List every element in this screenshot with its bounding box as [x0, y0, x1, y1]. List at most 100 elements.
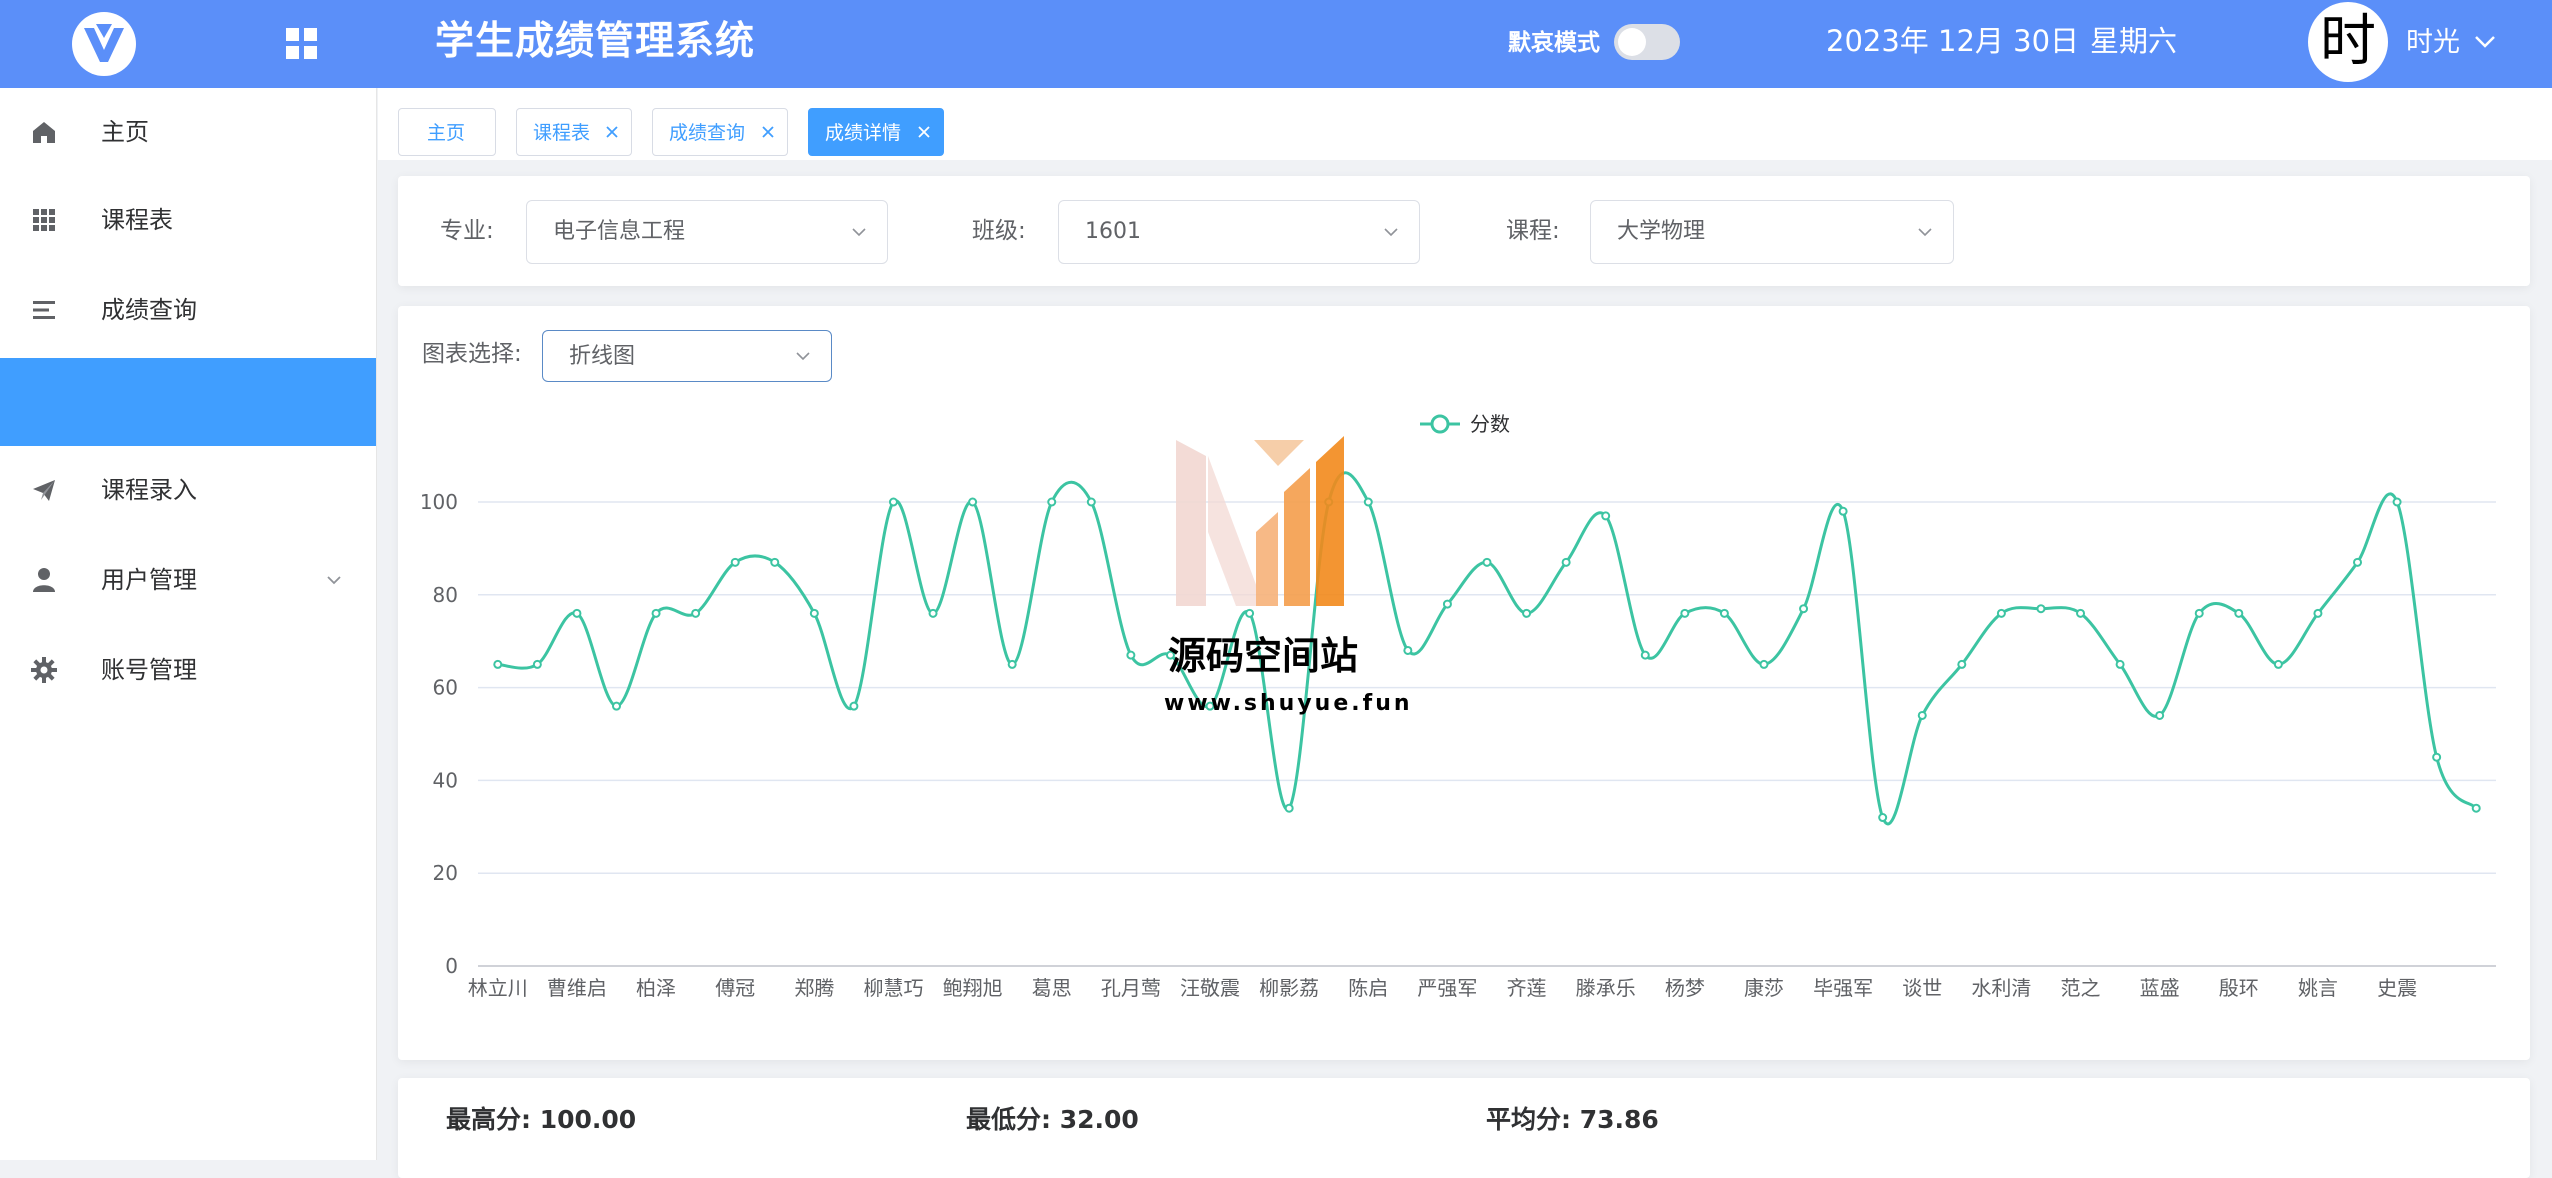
sidebar-item-user-management[interactable]: 用户管理 — [0, 536, 376, 624]
list-icon — [33, 301, 55, 319]
data-point[interactable] — [1442, 599, 1452, 609]
course-select[interactable]: 大学物理 — [1590, 200, 1954, 264]
menu-grid-icon[interactable] — [282, 24, 322, 64]
series-line — [497, 471, 2478, 826]
legend-label: 分数 — [1470, 412, 1510, 436]
data-point[interactable] — [809, 608, 819, 618]
data-point[interactable] — [2194, 608, 2204, 618]
data-point[interactable] — [1996, 608, 2006, 618]
data-point[interactable] — [1126, 650, 1136, 660]
data-point[interactable] — [532, 659, 542, 669]
data-point[interactable] — [1284, 803, 1294, 813]
data-point[interactable] — [1799, 604, 1809, 614]
major-label: 专业: — [440, 218, 494, 244]
data-point[interactable] — [611, 701, 621, 711]
data-point[interactable] — [1007, 659, 1017, 669]
x-tick-label: 柳慧巧 — [863, 976, 923, 1000]
data-point[interactable] — [1957, 659, 1967, 669]
data-point[interactable] — [572, 608, 582, 618]
sidebar-item-label: 主页 — [101, 118, 149, 146]
data-point[interactable] — [1917, 710, 1927, 720]
data-point[interactable] — [928, 608, 938, 618]
legend-marker — [1430, 414, 1450, 434]
data-point[interactable] — [1522, 608, 1532, 618]
data-point[interactable] — [2036, 604, 2046, 614]
data-point[interactable] — [2392, 497, 2402, 507]
sidebar-item-score-detail[interactable] — [0, 358, 376, 446]
data-point[interactable] — [2353, 557, 2363, 567]
data-point[interactable] — [1245, 608, 1255, 618]
data-point[interactable] — [651, 608, 661, 618]
tab-score-detail[interactable]: 成绩详情 — [808, 108, 944, 156]
sidebar-item-score-query[interactable]: 成绩查询 — [0, 266, 376, 354]
sidebar-item-account-management[interactable]: 账号管理 — [0, 626, 376, 714]
chart-legend[interactable]: 分数 — [1420, 412, 1510, 436]
current-weekday: 星期六 — [2090, 24, 2178, 58]
data-point[interactable] — [888, 497, 898, 507]
min-score: 最低分: 32.00 — [966, 1105, 1139, 1134]
data-point[interactable] — [849, 701, 859, 711]
toggle-knob — [1618, 28, 1646, 56]
data-point[interactable] — [1719, 608, 1729, 618]
data-point[interactable] — [2155, 710, 2165, 720]
tab-schedule[interactable]: 课程表 — [516, 108, 632, 156]
tab-score-query[interactable]: 成绩查询 — [652, 108, 788, 156]
tab-label: 主页 — [427, 122, 466, 144]
sidebar-item-home[interactable]: 主页 — [0, 88, 376, 176]
data-point[interactable] — [1047, 497, 1057, 507]
data-point[interactable] — [2432, 752, 2442, 762]
mourning-mode-toggle[interactable] — [1614, 24, 1680, 60]
data-point[interactable] — [1363, 497, 1373, 507]
x-tick-label: 谈世 — [1902, 976, 1942, 1000]
sidebar-item-course-entry[interactable]: 课程录入 — [0, 446, 376, 534]
grid-icon — [33, 209, 55, 231]
data-point[interactable] — [1403, 645, 1413, 655]
watermark-title: 源码空间站 — [1168, 634, 1359, 678]
x-tick-label: 林立川 — [468, 976, 528, 1000]
data-point[interactable] — [1878, 813, 1888, 823]
close-icon[interactable] — [605, 125, 619, 139]
tab-home[interactable]: 主页 — [398, 108, 496, 156]
data-point[interactable] — [2115, 659, 2125, 669]
data-point[interactable] — [1601, 511, 1611, 521]
close-icon[interactable] — [761, 125, 775, 139]
username-dropdown[interactable]: 时光 — [2406, 24, 2460, 62]
data-point[interactable] — [2313, 608, 2323, 618]
tab-label: 课程表 — [533, 122, 591, 144]
logo-icon[interactable] — [70, 10, 138, 78]
sidebar-item-schedule[interactable]: 课程表 — [0, 176, 376, 264]
home-icon — [33, 122, 55, 143]
data-point[interactable] — [968, 497, 978, 507]
data-point[interactable] — [2076, 608, 2086, 618]
major-select[interactable]: 电子信息工程 — [526, 200, 888, 264]
data-point[interactable] — [1759, 659, 1769, 669]
data-point[interactable] — [1086, 497, 1096, 507]
data-point[interactable] — [770, 557, 780, 567]
watermark-url: www.shuyue.fun — [1164, 691, 1413, 716]
tab-label: 成绩详情 — [825, 122, 902, 144]
mourning-mode-label: 默哀模式 — [1508, 30, 1600, 56]
close-icon[interactable] — [917, 125, 931, 139]
data-point[interactable] — [1482, 557, 1492, 567]
data-point[interactable] — [2471, 803, 2481, 813]
x-tick-label: 柳影荔 — [1259, 976, 1319, 1000]
x-tick-label: 葛思 — [1032, 976, 1072, 1000]
sidebar-item-label: 课程录入 — [101, 476, 197, 504]
y-tick-label: 20 — [433, 861, 458, 885]
x-tick-label: 汪敬震 — [1180, 976, 1240, 1000]
data-point[interactable] — [493, 659, 503, 669]
class-select[interactable]: 1601 — [1058, 200, 1420, 264]
x-tick-label: 严强军 — [1417, 976, 1477, 1000]
max-score: 最高分: 100.00 — [446, 1105, 637, 1134]
data-point[interactable] — [1680, 608, 1690, 618]
chevron-down-icon[interactable] — [2474, 34, 2496, 50]
data-point[interactable] — [1640, 650, 1650, 660]
data-point[interactable] — [2234, 608, 2244, 618]
x-tick-label: 毕强军 — [1813, 976, 1873, 1000]
avatar[interactable]: 时 — [2308, 2, 2388, 82]
data-point[interactable] — [1561, 557, 1571, 567]
data-point[interactable] — [1838, 506, 1848, 516]
data-point[interactable] — [691, 608, 701, 618]
data-point[interactable] — [730, 557, 740, 567]
data-point[interactable] — [2273, 659, 2283, 669]
